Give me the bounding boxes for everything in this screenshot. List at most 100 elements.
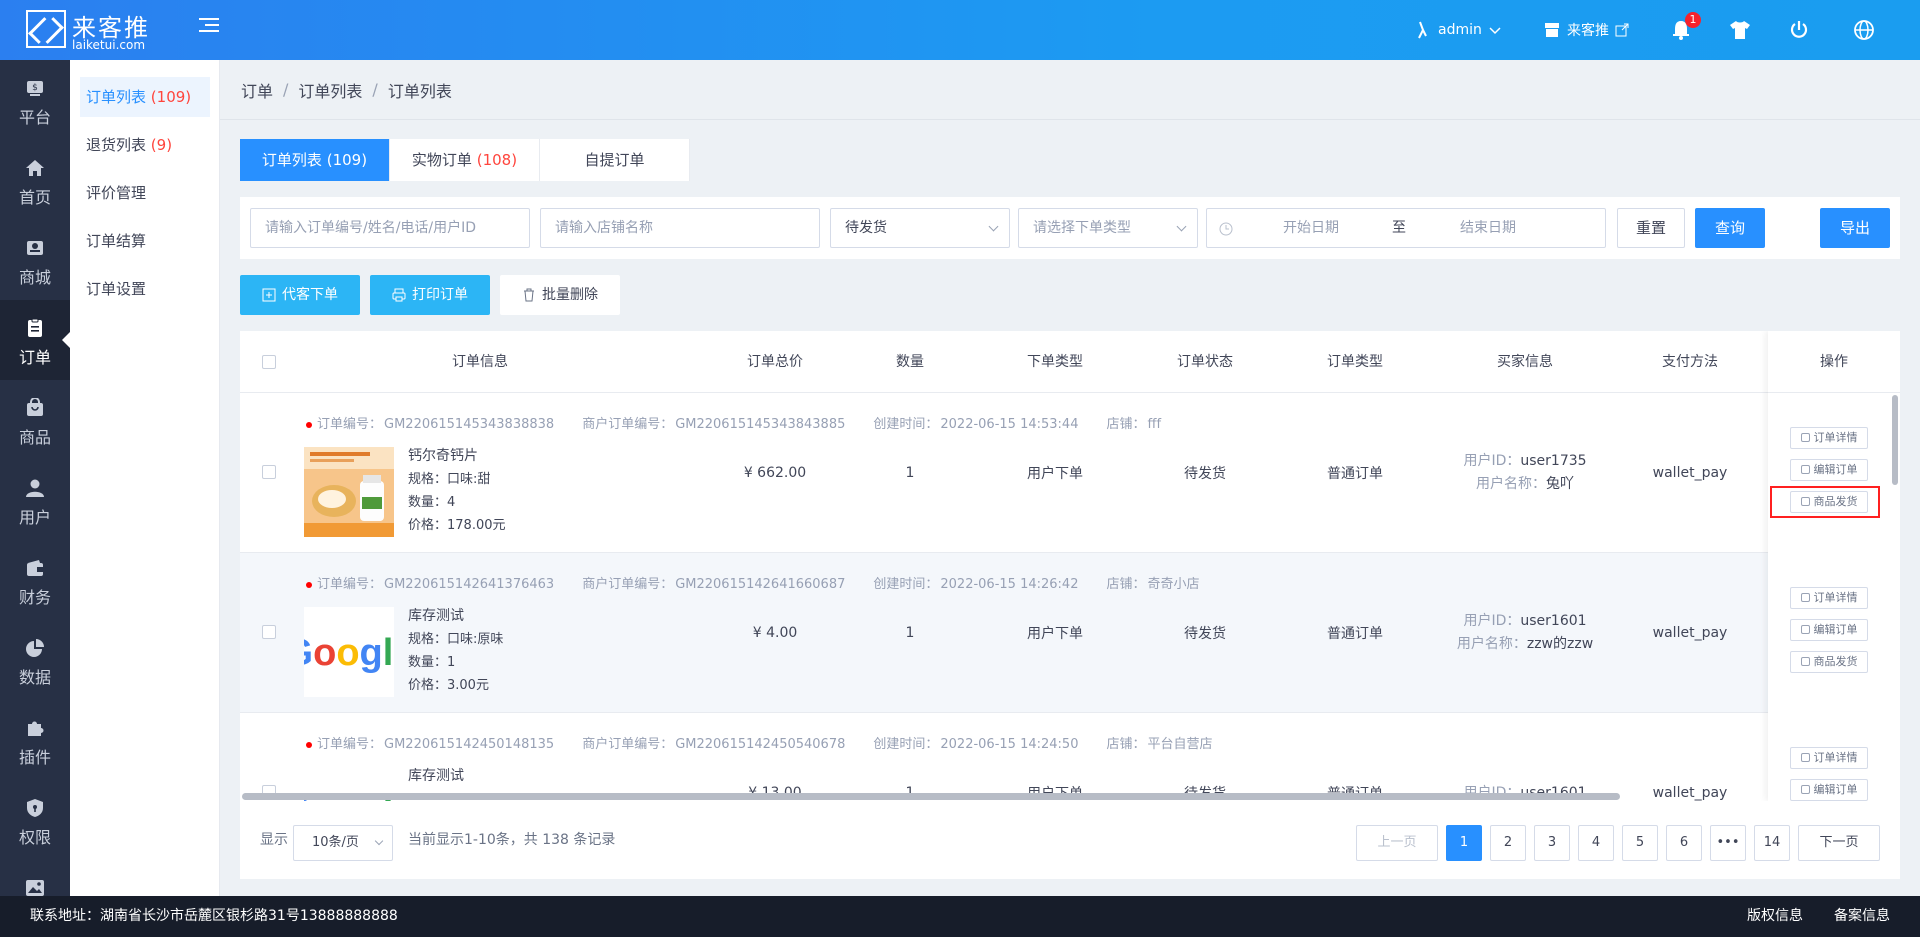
nav-item-plugin[interactable]: 插件 <box>0 700 70 780</box>
nav-item-finance[interactable]: 财务 <box>0 540 70 620</box>
product-spec: 规格：口味:原味 <box>408 632 504 647</box>
nav-item-goods[interactable]: 商品 <box>0 380 70 460</box>
page-size-select[interactable]: 10条/页 <box>293 825 393 861</box>
tab-all-orders[interactable]: 订单列表 (109) <box>240 139 390 181</box>
order-detail-button[interactable]: 订单详情 <box>1790 747 1868 769</box>
store-name-input[interactable]: 请输入店铺名称 <box>540 208 820 248</box>
product-price: 价格：178.00元 <box>408 518 506 533</box>
row-checkbox[interactable] <box>262 465 276 479</box>
reset-button[interactable]: 重置 <box>1617 208 1685 248</box>
ship-goods-button[interactable]: 商品发货 <box>1790 651 1868 673</box>
next-page-button[interactable]: 下一页 <box>1798 825 1880 861</box>
product-thumbnail[interactable]: Google <box>304 607 394 697</box>
button-label: 订单详情 <box>1813 751 1858 764</box>
order-detail-button[interactable]: 订单详情 <box>1790 427 1868 449</box>
export-button[interactable]: 导出 <box>1820 208 1890 248</box>
nav-item-home[interactable]: 首页 <box>0 140 70 220</box>
vertical-scrollbar[interactable] <box>1892 395 1898 485</box>
subnav-refund-list[interactable]: 退货列表 (9) <box>80 125 210 165</box>
product-name[interactable]: 库存测试 <box>408 605 503 628</box>
breadcrumb-item[interactable]: 订单列表 <box>298 78 362 102</box>
sub-sidebar: 订单列表 (109) 退货列表 (9) 评价管理 订单结算 订单设置 <box>70 60 220 896</box>
page-button[interactable]: 1 <box>1446 825 1482 861</box>
date-range-picker[interactable]: 开始日期 至 结束日期 <box>1206 208 1606 248</box>
order-table: 订单信息 订单总价 数量 下单类型 订单状态 订单类型 买家信息 支付方法 订单… <box>240 331 1900 801</box>
order-type-select[interactable]: 请选择下单类型 <box>1018 208 1198 248</box>
page-button[interactable]: 14 <box>1754 825 1790 861</box>
tab-pickup-orders[interactable]: 自提订单 <box>540 139 690 181</box>
user-avatar-icon <box>1418 21 1427 39</box>
product-thumbnail[interactable] <box>304 447 394 537</box>
logout-button[interactable] <box>1789 0 1809 60</box>
copyright-link[interactable]: 版权信息 <box>1747 896 1803 937</box>
page-button[interactable]: 5 <box>1622 825 1658 861</box>
edit-icon <box>1800 785 1810 794</box>
chevron-down-icon <box>1176 221 1187 232</box>
page-button[interactable]: 4 <box>1578 825 1614 861</box>
power-icon <box>1790 21 1808 38</box>
status-select[interactable]: 待发货 <box>830 208 1010 248</box>
row-checkbox[interactable] <box>262 625 276 639</box>
subnav-order-list[interactable]: 订单列表 (109) <box>80 77 210 117</box>
eye-icon <box>1800 433 1810 442</box>
plus-square-icon <box>262 288 276 302</box>
nav-item-platform[interactable]: $ 平台 <box>0 60 70 140</box>
batch-delete-button[interactable]: 批量删除 <box>500 275 620 315</box>
store-name: 来客推 <box>1567 23 1609 39</box>
theme-button[interactable] <box>1729 0 1751 60</box>
nav-item-mall[interactable]: 商城 <box>0 220 70 300</box>
subnav-settings[interactable]: 订单设置 <box>80 269 210 309</box>
notification-button[interactable]: 1 <box>1672 0 1701 60</box>
icp-link[interactable]: 备案信息 <box>1834 896 1890 937</box>
order-search-input[interactable]: 请输入订单编号/姓名/电话/用户ID <box>250 208 530 248</box>
nav-item-order[interactable]: 订单 <box>0 300 70 380</box>
eye-icon <box>1800 753 1810 762</box>
page-size-value: 10条/页 <box>312 835 359 850</box>
subnav-reviews[interactable]: 评价管理 <box>80 173 210 213</box>
printer-icon <box>392 288 406 302</box>
breadcrumb-item[interactable]: 订单 <box>241 78 273 102</box>
language-button[interactable] <box>1853 0 1875 60</box>
buyer-info: 用户ID：user1601 用户名称：zzw的zzw <box>1435 553 1615 713</box>
order-detail-button[interactable]: 订单详情 <box>1790 587 1868 609</box>
subnav-settlement[interactable]: 订单结算 <box>80 221 210 261</box>
tab-physical-orders[interactable]: 实物订单 (108) <box>390 139 540 181</box>
meta-label: 商户订单编号： <box>582 737 674 752</box>
edit-order-button[interactable]: 编辑订单 <box>1790 779 1868 801</box>
calcium-product-image <box>304 447 394 537</box>
date-range-separator: 至 <box>1392 220 1406 236</box>
nav-item-user[interactable]: 用户 <box>0 460 70 540</box>
store-switch[interactable]: 来客推 <box>1543 0 1629 60</box>
buyer-label: 用户ID： <box>1463 453 1521 469</box>
brand-logo[interactable]: 来客推 laiketui.com <box>26 8 186 52</box>
nav-item-media[interactable] <box>0 860 70 896</box>
order-kind: 普通订单 <box>1327 626 1383 642</box>
edit-order-button[interactable]: 编辑订单 <box>1790 619 1868 641</box>
product-name[interactable]: 钙尔奇钙片 <box>408 445 506 468</box>
prev-page-button[interactable]: 上一页 <box>1356 825 1438 861</box>
proxy-order-button[interactable]: 代客下单 <box>240 275 360 315</box>
nav-label: 权限 <box>18 828 51 847</box>
nav-item-data[interactable]: 数据 <box>0 620 70 700</box>
menu-toggle-icon[interactable] <box>199 18 219 34</box>
search-button[interactable]: 查询 <box>1695 208 1765 248</box>
horizontal-scrollbar[interactable] <box>242 793 1620 800</box>
page-button[interactable]: 3 <box>1534 825 1570 861</box>
edit-order-button[interactable]: 编辑订单 <box>1790 459 1868 481</box>
print-order-button[interactable]: 打印订单 <box>370 275 490 315</box>
home-icon <box>26 160 44 176</box>
product-name[interactable]: 库存测试 <box>408 765 464 788</box>
page-button[interactable]: 6 <box>1666 825 1702 861</box>
buyer-info: 用户ID：user1601 <box>1435 713 1615 801</box>
select-all-checkbox[interactable] <box>262 355 276 369</box>
pagination-bar: 显示 10条/页 当前显示1-10条，共 138 条记录 上一页 1 2 3 4… <box>240 801 1900 879</box>
subnav-label: 订单列表 <box>86 88 147 106</box>
user-menu[interactable]: admin <box>1414 0 1502 60</box>
meta-label: 店铺： <box>1106 577 1146 592</box>
highlight-box <box>1770 486 1880 518</box>
status-dot <box>306 421 312 428</box>
more-pages-button[interactable]: ••• <box>1710 825 1746 861</box>
nav-item-permission[interactable]: 权限 <box>0 780 70 860</box>
page-button[interactable]: 2 <box>1490 825 1526 861</box>
meta-label: 店铺： <box>1106 737 1146 752</box>
